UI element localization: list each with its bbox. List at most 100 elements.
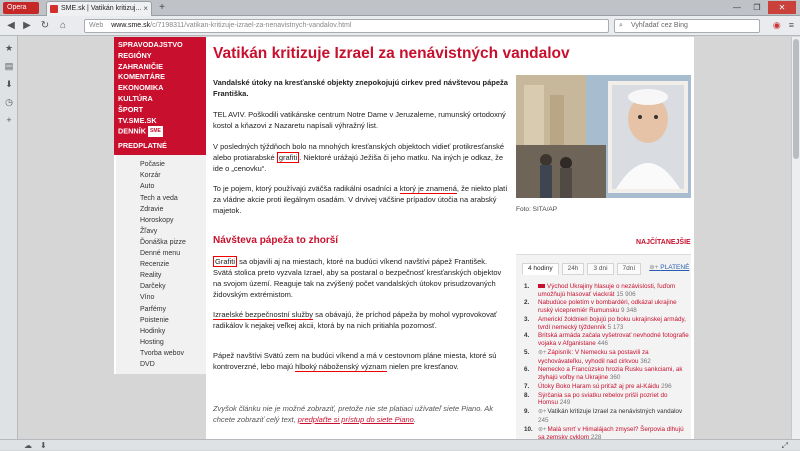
reload-icon[interactable]: ↻ xyxy=(38,19,52,33)
most-read-item[interactable]: 10. ⊛+Malá smrť v Himalájach zmysel? Šerp… xyxy=(524,426,689,439)
browser-tab[interactable]: SME.sk | Vatikán kritizuj... × xyxy=(46,1,152,16)
close-window-button[interactable]: ✕ xyxy=(768,1,796,14)
nav-item-spravodajstvo[interactable]: SPRAVODAJSTVO xyxy=(118,40,206,51)
highlight-underline: ktorý je znamená xyxy=(399,184,457,194)
most-read-item[interactable]: 4. Britská armáda začala vyšetrovať nevho… xyxy=(524,332,689,347)
nav-item-zahranicie[interactable]: ZAHRANIČIE xyxy=(118,62,206,73)
most-read-item[interactable]: 8. Sýrčania sa po sviatku rebelov prišli … xyxy=(524,392,689,407)
search-input[interactable]: ⌕ Vyhľadať cez Bing xyxy=(614,19,760,33)
nav-item-predplatne[interactable]: PREDPLATNÉ xyxy=(118,141,206,152)
most-read-rank: 2. xyxy=(524,299,530,307)
opera-menu-button[interactable]: Opera xyxy=(3,2,39,14)
nav-item-regiony[interactable]: REGIÓNY xyxy=(118,51,206,62)
most-read-count: 15 906 xyxy=(616,290,636,298)
service-link[interactable]: DVD xyxy=(140,359,206,370)
most-read-item[interactable]: 7. Útoky Boko Haram sú priťaž aj pre al-K… xyxy=(524,383,689,391)
service-link[interactable]: Hodinky xyxy=(140,326,206,337)
most-read-item[interactable]: 9. ⊛+Vatikán kritizuje Izrael za nenávist… xyxy=(524,408,689,424)
tab-paid[interactable]: ⊛+ PLATENÉ xyxy=(644,263,694,275)
service-link[interactable]: Tvorba webov xyxy=(140,348,206,359)
most-read-item[interactable]: 1. Východ Ukrajiny hlasuje o nezávislosti… xyxy=(524,283,689,298)
add-panel-icon[interactable]: + xyxy=(3,114,15,126)
service-link[interactable]: Darčeky xyxy=(140,281,206,292)
service-link[interactable]: Poistenie xyxy=(140,315,206,326)
downloads-icon[interactable]: ⬇ xyxy=(3,78,15,90)
piano-subscribe-link[interactable]: predplaťte si prístup do siete Piano xyxy=(298,415,414,424)
nav-item-ekonomika[interactable]: EKONOMIKA xyxy=(118,83,206,94)
nav-item-komentare[interactable]: KOMENTÁRE xyxy=(118,72,206,83)
text-run: nielen pre kresťanov. xyxy=(386,362,459,371)
most-read-count: 446 xyxy=(597,340,609,348)
service-link[interactable]: Recenzie xyxy=(140,259,206,270)
maximize-button[interactable]: ❐ xyxy=(748,1,766,14)
most-read-headline: Východ Ukrajiny hlasuje o nezávislosti, … xyxy=(538,283,676,298)
search-icon: ⌕ xyxy=(619,22,623,29)
most-read-rank: 4. xyxy=(524,332,530,340)
search-placeholder: Vyhľadať cez Bing xyxy=(631,22,688,29)
service-link[interactable]: Tech a veda xyxy=(140,193,206,204)
new-tab-button[interactable]: + xyxy=(156,3,168,13)
service-link[interactable]: Ďonáška pizze xyxy=(140,237,206,248)
site-navigation: SPRAVODAJSTVO REGIÓNY ZAHRANIČIE KOMENTÁ… xyxy=(114,37,206,439)
turbo-icon[interactable]: ☁ xyxy=(24,440,32,451)
speed-dial-icon[interactable]: ★ xyxy=(3,42,15,54)
article-subheading: Návšteva pápeža to zhorší xyxy=(213,235,339,246)
nav-item-kultura[interactable]: KULTÚRA xyxy=(118,94,206,105)
back-arrow-icon[interactable]: ◀ xyxy=(4,19,18,33)
article-photo[interactable] xyxy=(516,75,691,198)
extension-icon[interactable]: ◉ xyxy=(773,20,781,31)
service-link[interactable]: Žľavy xyxy=(140,226,206,237)
most-read-item[interactable]: 6. Nemecko a Francúzsko hrozia Rusku sank… xyxy=(524,366,689,381)
nav-item-dennik[interactable]: DENNÍK SME xyxy=(118,126,206,138)
service-link[interactable]: Počasie xyxy=(140,159,206,170)
sme-favicon-icon xyxy=(50,5,58,13)
service-link[interactable]: Zdravie xyxy=(140,204,206,215)
most-read-rank: 8. xyxy=(524,391,530,399)
zoom-icon[interactable]: ⤢ xyxy=(782,440,788,451)
most-read-rank: 9. xyxy=(524,408,530,416)
service-link[interactable]: Auto xyxy=(140,181,206,192)
notes-icon[interactable]: ▤ xyxy=(3,60,15,72)
downloads-status-icon[interactable]: ⬇ xyxy=(40,440,47,451)
most-read-title: NAJČÍTANEJŠIE xyxy=(636,239,691,246)
forward-arrow-icon[interactable]: ▶ xyxy=(20,19,34,33)
tab-3-days[interactable]: 3 dni xyxy=(587,263,614,275)
service-link[interactable]: Denné menu xyxy=(140,248,206,259)
minimize-button[interactable]: — xyxy=(728,1,746,14)
home-icon[interactable]: ⌂ xyxy=(56,19,70,33)
article-photo-illustration xyxy=(516,75,691,198)
service-link[interactable]: Parfémy xyxy=(140,304,206,315)
most-read-headline: Vatikán kritizuje Izrael za nenávistných… xyxy=(547,408,683,416)
page-scrollbar[interactable] xyxy=(791,37,800,439)
most-read-item[interactable]: 3. Americkí žoldnieri bojujú po boku ukra… xyxy=(524,316,689,331)
service-link[interactable]: Hosting xyxy=(140,337,206,348)
menu-icon[interactable]: ≡ xyxy=(789,20,794,31)
highlight-underline: Izraelské bezpečnostní služby xyxy=(213,310,314,320)
history-icon[interactable]: ◷ xyxy=(3,96,15,108)
url-field[interactable]: Web www.sme.sk/c/7198311/vatikan-kritizu… xyxy=(84,19,609,33)
page-viewport: SPRAVODAJSTVO REGIÓNY ZAHRANIČIE KOMENTÁ… xyxy=(19,37,791,439)
most-read-item[interactable]: 2. Nabudúce poletím v bombardéri, odkázal… xyxy=(524,299,689,314)
video-icon xyxy=(538,284,545,289)
service-link[interactable]: Korzár xyxy=(140,170,206,181)
most-read-rank: 1. xyxy=(524,283,530,290)
current-article-icon: ⊛+ xyxy=(538,409,547,416)
most-read-count: 5 173 xyxy=(607,323,624,331)
tab-paid-label: PLATENÉ xyxy=(660,264,690,271)
tab-7-days[interactable]: 7dní xyxy=(616,263,642,275)
scrollbar-thumb[interactable] xyxy=(793,39,799,159)
service-link[interactable]: Horoskopy xyxy=(140,215,206,226)
nav-item-sport[interactable]: ŠPORT xyxy=(118,105,206,116)
most-read-item[interactable]: 5. ⊛+Zápisník: V Nemecku sa postavili za … xyxy=(524,349,689,365)
url-path: /c/7198311/vatikan-kritizuje-izrael-za-n… xyxy=(150,22,352,29)
tab-24h[interactable]: 24h xyxy=(561,263,585,275)
tab-close-icon[interactable]: × xyxy=(143,2,148,16)
site-main-nav: SPRAVODAJSTVO REGIÓNY ZAHRANIČIE KOMENTÁ… xyxy=(114,37,206,156)
service-link[interactable]: Víno xyxy=(140,292,206,303)
article-paragraph: Izraelské bezpečnostní služby sa obávajú… xyxy=(213,309,508,331)
most-read-count: 362 xyxy=(640,357,651,365)
tab-4-hours[interactable]: 4 hodiny xyxy=(522,263,559,275)
service-link[interactable]: Reality xyxy=(140,270,206,281)
paid-icon: ⊛+ xyxy=(649,264,661,271)
nav-item-tv[interactable]: TV.SME.SK xyxy=(118,116,206,127)
